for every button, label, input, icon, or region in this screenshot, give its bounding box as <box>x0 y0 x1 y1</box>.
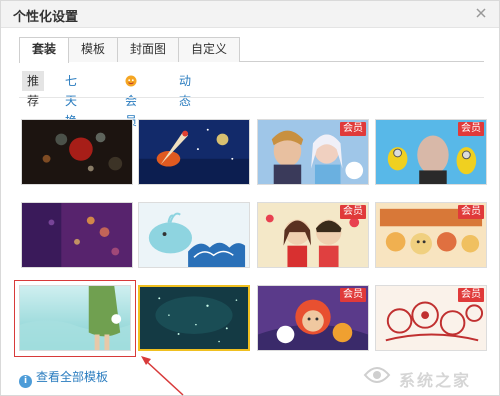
subnav-seven-day[interactable]: 七天换装 <box>65 71 77 148</box>
title-bar: 个性化设置 <box>1 1 499 28</box>
vip-badge: 会员 <box>340 205 366 219</box>
watermark: 系统之家 <box>361 361 491 390</box>
theme-thumbnail[interactable] <box>138 202 250 268</box>
view-all-label: 查看全部模板 <box>36 370 109 384</box>
subnav-recommended[interactable]: 推荐 <box>22 71 45 108</box>
vip-badge: 会员 <box>458 205 484 219</box>
info-icon: i <box>19 375 32 388</box>
subnav-dynamic[interactable]: 动态 <box>179 71 191 108</box>
theme-image <box>140 287 248 349</box>
theme-image <box>22 203 132 267</box>
theme-image <box>20 286 130 350</box>
tab-cover[interactable]: 封面图 <box>117 37 179 62</box>
vip-badge: 会员 <box>340 122 366 136</box>
tab-templates[interactable]: 模板 <box>68 37 118 62</box>
vip-badge: 会员 <box>458 122 484 136</box>
tab-suits[interactable]: 套装 <box>19 37 69 63</box>
vip-badge: 会员 <box>340 288 366 302</box>
theme-image <box>22 120 132 184</box>
watermark-logo <box>363 367 391 383</box>
theme-thumbnail[interactable]: 会员 <box>375 202 487 268</box>
theme-thumbnail[interactable]: 会员 <box>375 285 487 351</box>
theme-thumbnail-selected[interactable] <box>138 285 250 351</box>
theme-thumbnail[interactable]: 会员 <box>375 119 487 185</box>
theme-thumbnail[interactable] <box>138 119 250 185</box>
vip-badge: 会员 <box>458 288 484 302</box>
theme-thumbnail[interactable]: 会员 <box>257 202 369 268</box>
theme-image <box>139 203 249 267</box>
view-all-templates-link[interactable]: i 查看全部模板 <box>19 369 109 388</box>
theme-thumbnail[interactable]: 会员 <box>257 119 369 185</box>
vip-icon <box>125 75 137 87</box>
subnav-vip[interactable]: 会员 <box>125 71 139 128</box>
content-divider <box>19 97 484 98</box>
dialog-title: 个性化设置 <box>13 10 79 25</box>
tab-custom[interactable]: 自定义 <box>178 37 240 62</box>
theme-thumbnail[interactable] <box>21 119 133 185</box>
theme-thumbnail[interactable] <box>21 202 133 268</box>
close-button[interactable] <box>473 5 489 21</box>
theme-thumbnail[interactable] <box>19 285 131 351</box>
theme-thumbnail[interactable]: 会员 <box>257 285 369 351</box>
theme-image <box>139 120 249 184</box>
personalization-dialog: 个性化设置 套装 模板 封面图 自定义 推荐 七天换装 会员 动态 <box>0 0 500 396</box>
watermark-text: 系统之家 <box>399 371 472 390</box>
close-icon <box>476 8 486 18</box>
